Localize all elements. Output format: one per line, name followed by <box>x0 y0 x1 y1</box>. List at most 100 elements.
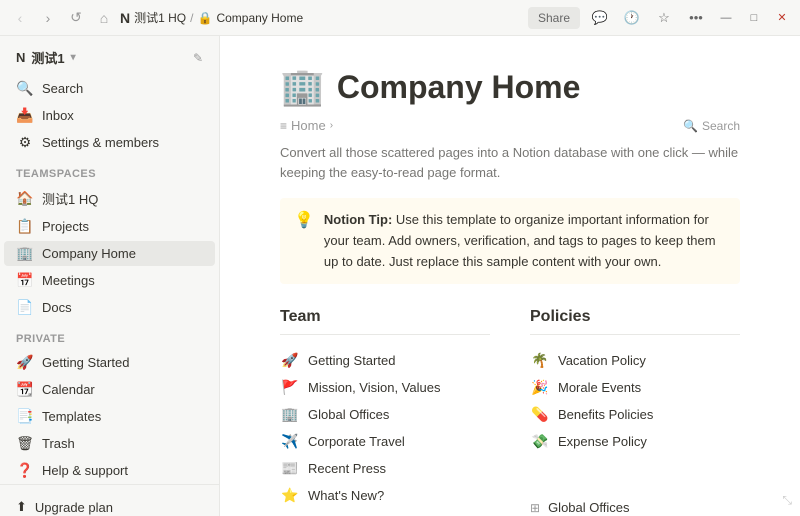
nav-back-button[interactable]: ‹ <box>8 6 32 30</box>
team-item-getting-started[interactable]: 🚀 Getting Started <box>280 347 490 374</box>
sidebar-item-settings[interactable]: ⚙ Settings & members <box>4 130 215 155</box>
help-icon: ❓ <box>16 462 34 479</box>
search-icon: 🔍 <box>16 80 34 97</box>
nav-reload-button[interactable]: ↺ <box>64 6 88 30</box>
sidebar-item-meetings[interactable]: 📅 Meetings <box>4 268 215 293</box>
resize-handle[interactable]: ⤡ <box>782 493 792 508</box>
sidebar-item-templates[interactable]: 📑 Templates <box>4 404 215 429</box>
more-button[interactable]: ••• <box>684 6 708 30</box>
sidebar-item-company-home[interactable]: 🏢 Company Home <box>4 241 215 266</box>
page-title-row: 🏢 Company Home <box>280 66 740 108</box>
page-emoji: 🏢 <box>280 66 325 108</box>
policies-item-expense[interactable]: 💸 Expense Policy <box>530 428 740 455</box>
trash-icon: 🗑 <box>16 435 34 452</box>
sidebar-item-templates-label: Templates <box>42 409 101 424</box>
getting-started-icon: 🚀 <box>16 354 34 371</box>
sidebar-item-calendar-label: Calendar <box>42 382 95 397</box>
benefits-link: Benefits Policies <box>558 407 653 422</box>
expense-emoji: 💸 <box>530 433 550 450</box>
global-offices-link: Global Offices <box>308 407 389 422</box>
sidebar-item-calendar[interactable]: 📆 Calendar <box>4 377 215 402</box>
app-logo: N <box>120 10 130 26</box>
team-item-whats-new[interactable]: ⭐ What's New? <box>280 482 490 509</box>
history-icon[interactable]: 🕐 <box>620 6 644 30</box>
titlebar: ‹ › ↺ ⌂ N 测试1 HQ / 🔒 Company Home Share … <box>0 0 800 36</box>
global-offices-bottom[interactable]: ⊞ Global Offices <box>530 495 740 516</box>
page-content: 🏢 Company Home ≡ Home › 🔍 Search Convert… <box>220 36 800 516</box>
favorite-icon[interactable]: ☆ <box>652 6 676 30</box>
sidebar-item-docs[interactable]: 📄 Docs <box>4 295 215 320</box>
breadcrumb-workspace: 测试1 HQ <box>134 9 186 26</box>
share-button[interactable]: Share <box>528 7 580 29</box>
corporate-travel-emoji: ✈️ <box>280 433 300 450</box>
team-column: Team 🚀 Getting Started 🚩 Mission, Vision… <box>280 308 490 516</box>
company-home-icon: 🏢 <box>16 245 34 262</box>
sidebar-item-docs-label: Docs <box>42 300 72 315</box>
morale-link: Morale Events <box>558 380 641 395</box>
sidebar-item-projects[interactable]: 📋 Projects <box>4 214 215 239</box>
whats-new-emoji: ⭐ <box>280 487 300 504</box>
nav-home-button[interactable]: ⌂ <box>92 6 116 30</box>
sidebar-item-trash[interactable]: 🗑 Trash <box>4 431 215 456</box>
vacation-link: Vacation Policy <box>558 353 646 368</box>
morale-emoji: 🎉 <box>530 379 550 396</box>
grid-icon: ⊞ <box>530 501 540 515</box>
close-button[interactable]: ✕ <box>772 8 792 28</box>
breadcrumb: N 测试1 HQ / 🔒 Company Home <box>120 9 303 26</box>
breadcrumb-page: Company Home <box>216 11 303 25</box>
upgrade-label: Upgrade plan <box>35 500 113 515</box>
sidebar-bottom: ⬆ Upgrade plan <box>0 484 219 516</box>
sidebar-item-search-label: Search <box>42 81 83 96</box>
team-item-global-offices[interactable]: 🏢 Global Offices <box>280 401 490 428</box>
search-icon-small: 🔍 <box>683 119 698 133</box>
sidebar-item-help[interactable]: ❓ Help & support <box>4 458 215 483</box>
sidebar-item-trash-label: Trash <box>42 436 75 451</box>
policies-item-benefits[interactable]: 💊 Benefits Policies <box>530 401 740 428</box>
workspace-icon: N <box>16 50 25 65</box>
mission-link: Mission, Vision, Values <box>308 380 440 395</box>
teamspaces-section-label: Teamspaces <box>0 156 219 184</box>
sidebar-item-search[interactable]: 🔍 Search <box>4 76 215 101</box>
upgrade-plan-button[interactable]: ⬆ Upgrade plan <box>8 493 211 516</box>
minimize-button[interactable]: — <box>716 8 736 28</box>
mission-emoji: 🚩 <box>280 379 300 396</box>
sidebar-item-inbox[interactable]: 📥 Inbox <box>4 103 215 128</box>
docs-icon: 📄 <box>16 299 34 316</box>
sidebar-item-workspace[interactable]: 🏠 测试1 HQ <box>4 185 215 212</box>
sidebar-item-workspace-label: 测试1 HQ <box>42 189 98 208</box>
page-title: Company Home <box>337 69 581 106</box>
team-item-corporate-travel[interactable]: ✈️ Corporate Travel <box>280 428 490 455</box>
corporate-travel-link: Corporate Travel <box>308 434 405 449</box>
team-item-recent-press[interactable]: 📰 Recent Press <box>280 455 490 482</box>
maximize-button[interactable]: □ <box>744 8 764 28</box>
breadcrumb-icon: 🔒 <box>197 11 212 25</box>
app-body: N 测试1 ▾ ✎ 🔍 Search 📥 Inbox ⚙ Settings & … <box>0 36 800 516</box>
workspace-selector[interactable]: N 测试1 ▾ ✎ <box>8 44 211 71</box>
nav-forward-button[interactable]: › <box>36 6 60 30</box>
breadcrumb-caret: › <box>330 120 333 131</box>
tip-text: Notion Tip: Use this template to organiz… <box>324 210 726 272</box>
inbox-icon: 📥 <box>16 107 34 124</box>
expense-link: Expense Policy <box>558 434 647 449</box>
policies-column: Policies 🌴 Vacation Policy 🎉 Morale Even… <box>530 308 740 516</box>
two-column-section: Team 🚀 Getting Started 🚩 Mission, Vision… <box>280 308 740 516</box>
getting-started-link: Getting Started <box>308 353 395 368</box>
templates-icon: 📑 <box>16 408 34 425</box>
breadcrumb-home-link[interactable]: Home <box>291 118 326 133</box>
page-search-button[interactable]: 🔍 Search <box>683 119 740 133</box>
benefits-emoji: 💊 <box>530 406 550 423</box>
global-offices-emoji: 🏢 <box>280 406 300 423</box>
workspace-home-icon: 🏠 <box>16 190 34 207</box>
sidebar-item-getting-started[interactable]: 🚀 Getting Started <box>4 350 215 375</box>
team-section-title: Team <box>280 308 490 335</box>
policies-item-morale[interactable]: 🎉 Morale Events <box>530 374 740 401</box>
comment-icon[interactable]: 💬 <box>588 6 612 30</box>
tip-box: 💡 Notion Tip: Use this template to organ… <box>280 198 740 284</box>
sidebar-item-getting-started-label: Getting Started <box>42 355 129 370</box>
sidebar-item-company-home-label: Company Home <box>42 246 136 261</box>
new-page-icon[interactable]: ✎ <box>193 51 203 65</box>
policies-item-vacation[interactable]: 🌴 Vacation Policy <box>530 347 740 374</box>
workspace-name: N 测试1 ▾ <box>16 48 76 67</box>
team-item-mission[interactable]: 🚩 Mission, Vision, Values <box>280 374 490 401</box>
tip-icon: 💡 <box>294 210 314 272</box>
